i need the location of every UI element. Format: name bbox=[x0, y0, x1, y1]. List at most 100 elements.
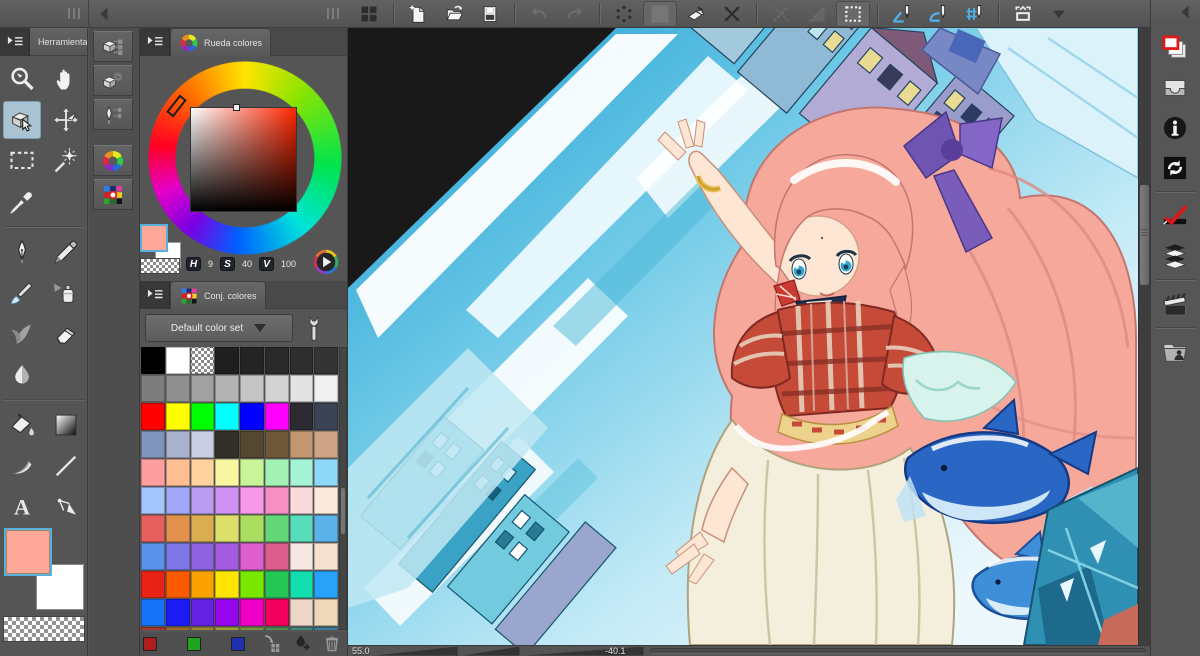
transparent-color-swatch[interactable] bbox=[3, 616, 85, 642]
saturation-value[interactable]: 40 bbox=[242, 259, 252, 269]
swatch-r11c7[interactable] bbox=[290, 627, 314, 630]
tool-pencil[interactable] bbox=[47, 233, 85, 271]
swatch-r3c5[interactable] bbox=[240, 403, 264, 430]
color-set-tab[interactable]: Conj. colores bbox=[170, 281, 266, 309]
swatch-r11c6[interactable] bbox=[265, 627, 289, 630]
swatch-r9c5[interactable] bbox=[240, 571, 264, 598]
sidebar-materials[interactable] bbox=[1154, 332, 1196, 372]
swatch-r7c6[interactable] bbox=[265, 515, 289, 542]
toolbar-button-screen-mode[interactable] bbox=[1006, 1, 1040, 27]
sidebar-information[interactable] bbox=[1154, 108, 1196, 148]
swatch-r8c2[interactable] bbox=[166, 543, 190, 570]
swatch-r7c7[interactable] bbox=[290, 515, 314, 542]
color-mixer-button[interactable] bbox=[312, 248, 340, 276]
swatch-r2c3[interactable] bbox=[191, 375, 215, 402]
swatch-r1c7[interactable] bbox=[290, 347, 314, 374]
toolbar-button-ruler-snap-off[interactable] bbox=[764, 1, 798, 27]
toolbar-button-deselect[interactable] bbox=[607, 1, 641, 27]
swatch-r3c7[interactable] bbox=[290, 403, 314, 430]
sidebar-auto-action[interactable] bbox=[1154, 148, 1196, 188]
strip-button-subtool-panel[interactable] bbox=[93, 31, 133, 62]
swatch-r2c7[interactable] bbox=[290, 375, 314, 402]
rotation-slider[interactable]: -40.1 bbox=[526, 647, 644, 656]
swatch-r1c4[interactable] bbox=[215, 347, 239, 374]
swatch-r8c5[interactable] bbox=[240, 543, 264, 570]
color-set-menu-button[interactable] bbox=[140, 281, 170, 309]
swatch-r2c8[interactable] bbox=[314, 375, 338, 402]
tool-fill[interactable] bbox=[3, 406, 41, 444]
canvas-vertical-scrollbar[interactable] bbox=[1138, 28, 1150, 645]
toolbar-button-new-file[interactable] bbox=[401, 1, 435, 27]
tool-panel-titlebar[interactable] bbox=[0, 0, 88, 28]
swatch-r7c1[interactable] bbox=[141, 515, 165, 542]
swatch-r6c5[interactable] bbox=[240, 487, 264, 514]
sidebar-layers[interactable] bbox=[1154, 236, 1196, 276]
swatch-r4c2[interactable] bbox=[166, 431, 190, 458]
toolbar-button-more-options[interactable] bbox=[1042, 1, 1076, 27]
tool-path[interactable] bbox=[47, 488, 85, 526]
swatch-r7c4[interactable] bbox=[215, 515, 239, 542]
swatch-r1c2[interactable] bbox=[166, 347, 190, 374]
toolbar-button-main-menu[interactable] bbox=[352, 1, 386, 27]
tool-auto-select[interactable] bbox=[47, 142, 85, 180]
strip-button-color-wheel-panel[interactable] bbox=[93, 145, 133, 176]
toolbar-button-open-file[interactable] bbox=[437, 1, 471, 27]
tool-decoration[interactable] bbox=[3, 315, 41, 353]
canvas-artwork[interactable] bbox=[348, 28, 1138, 645]
swatch-r6c3[interactable] bbox=[191, 487, 215, 514]
swatch-r6c2[interactable] bbox=[166, 487, 190, 514]
swatch-r4c3[interactable] bbox=[191, 431, 215, 458]
swatch-r1c5[interactable] bbox=[240, 347, 264, 374]
swatch-r1c6[interactable] bbox=[265, 347, 289, 374]
swatch-r5c2[interactable] bbox=[166, 459, 190, 486]
swatch-r7c2[interactable] bbox=[166, 515, 190, 542]
swatch-r5c7[interactable] bbox=[290, 459, 314, 486]
canvas-viewport[interactable] bbox=[348, 28, 1138, 645]
swatch-r10c2[interactable] bbox=[166, 599, 190, 626]
strip-button-brush-settings-panel[interactable] bbox=[93, 99, 133, 130]
drag-grip[interactable] bbox=[68, 8, 82, 19]
sv-square[interactable] bbox=[190, 107, 297, 212]
edit-color-set-button[interactable] bbox=[300, 314, 328, 342]
swatch-r3c1[interactable] bbox=[141, 403, 165, 430]
mini-foreground-swatch[interactable] bbox=[140, 224, 168, 252]
tool-move[interactable] bbox=[47, 101, 85, 139]
swatch-r8c1[interactable] bbox=[141, 543, 165, 570]
swatch-r10c7[interactable] bbox=[290, 599, 314, 626]
swatch-r10c6[interactable] bbox=[265, 599, 289, 626]
swatch-r11c8[interactable] bbox=[314, 627, 338, 630]
tool-marquee[interactable] bbox=[3, 142, 41, 180]
tool-line[interactable] bbox=[47, 447, 85, 485]
swatch-r9c8[interactable] bbox=[314, 571, 338, 598]
swatch-r6c6[interactable] bbox=[265, 487, 289, 514]
tool-operation[interactable] bbox=[3, 101, 41, 139]
swatch-r9c3[interactable] bbox=[191, 571, 215, 598]
swatch-r2c5[interactable] bbox=[240, 375, 264, 402]
color-wheel-tab[interactable]: Rueda colores bbox=[170, 28, 271, 56]
color-wheel-menu-button[interactable] bbox=[140, 28, 170, 56]
swatch-r5c1[interactable] bbox=[141, 459, 165, 486]
swatch-r1c3[interactable] bbox=[191, 347, 215, 374]
swatch-r9c1[interactable] bbox=[141, 571, 165, 598]
swatch-r9c7[interactable] bbox=[290, 571, 314, 598]
swatch-r10c8[interactable] bbox=[314, 599, 338, 626]
swatch-r2c6[interactable] bbox=[265, 375, 289, 402]
swatch-r2c2[interactable] bbox=[166, 375, 190, 402]
swatch-r8c7[interactable] bbox=[290, 543, 314, 570]
swatch-r6c7[interactable] bbox=[290, 487, 314, 514]
foreground-color-swatch[interactable] bbox=[4, 528, 52, 576]
swatch-r7c8[interactable] bbox=[314, 515, 338, 542]
swatch-r6c1[interactable] bbox=[141, 487, 165, 514]
swatch-r3c8[interactable] bbox=[314, 403, 338, 430]
collapse-left-icon[interactable] bbox=[95, 4, 115, 24]
quick-swatch-2[interactable] bbox=[187, 637, 201, 651]
toolbar-button-select-area[interactable] bbox=[836, 1, 870, 27]
collapse-right-icon[interactable] bbox=[1176, 2, 1196, 22]
toolbar-button-snap-ruler[interactable] bbox=[885, 1, 919, 27]
strip-button-tool-property-panel[interactable] bbox=[93, 65, 133, 96]
button-delete-color[interactable] bbox=[322, 633, 344, 655]
swatch-r3c4[interactable] bbox=[215, 403, 239, 430]
toolbar-button-undo[interactable] bbox=[522, 1, 556, 27]
swatch-r1c8[interactable] bbox=[314, 347, 338, 374]
tool-eraser[interactable] bbox=[47, 315, 85, 353]
